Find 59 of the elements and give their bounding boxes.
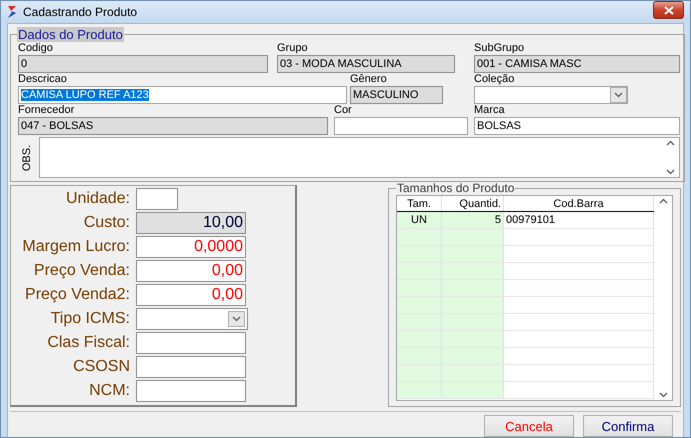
field-label: Fornecedor xyxy=(18,104,76,117)
field-label: Grupo xyxy=(277,42,309,55)
text-field[interactable]: 001 - CAMISA MASC xyxy=(474,55,680,73)
close-button[interactable] xyxy=(653,1,684,19)
close-icon xyxy=(664,6,674,14)
text-field[interactable]: 03 - MODA MASCULINA xyxy=(277,55,455,73)
number-field[interactable] xyxy=(136,332,246,354)
text-field[interactable] xyxy=(334,117,468,135)
number-field[interactable]: 10,00 xyxy=(136,212,246,234)
field-label: Preço Venda: xyxy=(32,262,131,280)
obs-textarea[interactable] xyxy=(39,137,680,178)
scroll-down-icon xyxy=(658,392,668,398)
group-title: Dados do Produto xyxy=(17,27,124,42)
field-label: Margem Lucro: xyxy=(21,238,131,256)
field-label: CSOSN xyxy=(72,358,131,376)
dropdown-button[interactable] xyxy=(228,310,245,326)
scroll-up-icon xyxy=(666,140,674,146)
field-label: Descricao xyxy=(18,73,68,86)
field-label: Codigo xyxy=(18,42,54,55)
table-cell: 5 xyxy=(442,212,504,228)
field-label: Unidade: xyxy=(64,190,131,208)
scroll-down-icon xyxy=(666,169,674,175)
obs-label: OBS. xyxy=(21,144,33,171)
group-title: Tamanhos do Produto xyxy=(396,181,516,195)
chevron-down-icon xyxy=(614,92,623,98)
column-header[interactable]: Cod.Barra xyxy=(504,196,654,211)
app-logo-icon xyxy=(7,5,17,19)
text-field[interactable]: BOLSAS xyxy=(474,117,680,135)
chevron-down-icon xyxy=(232,316,241,322)
scroll-up-icon xyxy=(658,198,668,204)
field-label: Gênero xyxy=(350,73,388,86)
dropdown-button[interactable] xyxy=(610,87,627,103)
number-field[interactable] xyxy=(136,188,178,210)
number-field[interactable] xyxy=(136,356,246,378)
dropdown[interactable] xyxy=(136,308,248,330)
table-cell: UN xyxy=(397,212,442,228)
number-field[interactable] xyxy=(136,380,246,402)
number-field[interactable]: 0,0000 xyxy=(136,236,246,258)
field-label: Cor xyxy=(334,104,353,117)
field-label: Custo: xyxy=(82,214,131,232)
field-label: SubGrupo xyxy=(474,42,526,55)
field-label: Coleção xyxy=(474,73,516,86)
column-header[interactable]: Tam. xyxy=(397,196,442,211)
column-header[interactable]: Quantid. xyxy=(442,196,504,211)
text-field[interactable]: 047 - BOLSAS xyxy=(18,117,328,135)
field-label: Marca xyxy=(474,104,506,117)
field-label: Clas Fiscal: xyxy=(46,334,131,352)
window-title: Cadastrando Produto xyxy=(23,5,138,19)
text-field[interactable]: MASCULINO xyxy=(350,86,443,104)
number-field[interactable]: 0,00 xyxy=(136,284,246,306)
dropdown[interactable] xyxy=(474,86,628,104)
confirm-button[interactable]: Confirma xyxy=(583,415,673,437)
text-field[interactable]: 0 xyxy=(18,55,268,73)
field-label: Preço Venda2: xyxy=(24,286,131,304)
text-field[interactable]: CAMISA LUPO REF A123 xyxy=(18,86,347,104)
field-label: NCM: xyxy=(88,382,131,400)
number-field[interactable]: 0,00 xyxy=(136,260,246,282)
field-label: Tipo ICMS: xyxy=(50,310,131,328)
table-cell: 00979101 xyxy=(504,212,654,228)
